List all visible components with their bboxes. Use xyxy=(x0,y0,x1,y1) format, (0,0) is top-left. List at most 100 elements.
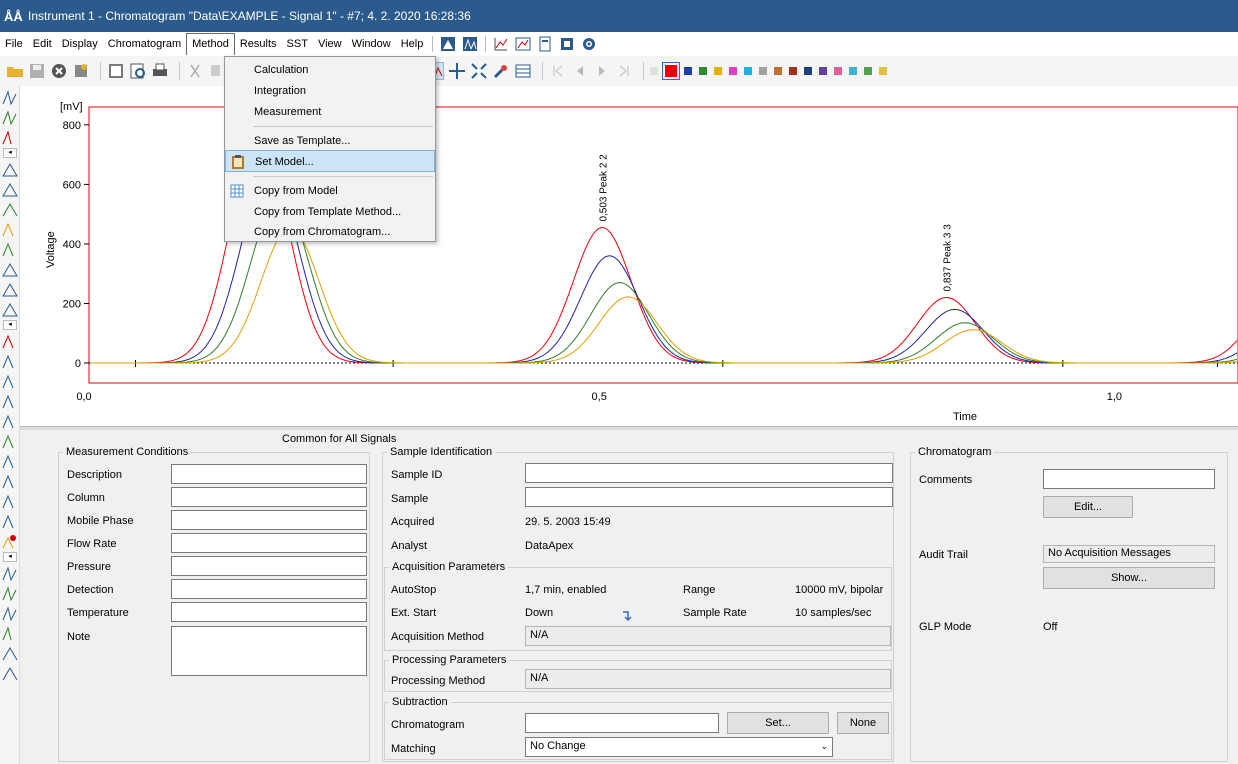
menu-item-copy-from-model[interactable]: Copy from Model xyxy=(225,180,435,202)
menu-item-set-model[interactable]: Set Model... xyxy=(225,150,435,172)
peak-tool-icon[interactable] xyxy=(2,512,18,530)
description-input[interactable] xyxy=(171,464,367,484)
close-icon[interactable] xyxy=(50,62,68,80)
peak-tool-icon[interactable] xyxy=(2,160,18,178)
peak-tool-icon[interactable] xyxy=(2,392,18,410)
peak-tool-icon[interactable] xyxy=(2,452,18,470)
subtraction-none-button[interactable]: None xyxy=(837,712,889,734)
color-swatch[interactable] xyxy=(729,67,737,75)
color-swatch[interactable] xyxy=(759,67,767,75)
peak-tool-icon[interactable] xyxy=(2,180,18,198)
expand-icon[interactable] xyxy=(470,62,488,80)
tools-icon[interactable] xyxy=(492,62,510,80)
mobile-phase-input[interactable] xyxy=(171,510,367,530)
menu-item-copy-from-chromatogram[interactable]: Copy from Chromatogram... xyxy=(225,221,435,243)
peak-tool-icon[interactable] xyxy=(2,352,18,370)
scroll-arrow-icon[interactable]: ◂ xyxy=(3,148,17,158)
note-textarea[interactable] xyxy=(171,626,367,676)
peak-tool-icon[interactable] xyxy=(2,432,18,450)
color-swatch[interactable] xyxy=(804,67,812,75)
peak-tool-icon[interactable] xyxy=(2,300,18,318)
menu-window[interactable]: Window xyxy=(347,34,396,54)
single-mode-icon[interactable] xyxy=(462,36,478,52)
color-swatch[interactable] xyxy=(834,67,842,75)
peak-tool-icon[interactable] xyxy=(2,584,18,602)
color-swatch[interactable] xyxy=(714,67,722,75)
peak-tool-icon[interactable] xyxy=(2,412,18,430)
calibration-icon[interactable] xyxy=(559,36,575,52)
sample-input[interactable] xyxy=(525,487,893,507)
menu-results[interactable]: Results xyxy=(235,34,282,54)
menu-display[interactable]: Display xyxy=(57,34,103,54)
color-swatch[interactable] xyxy=(699,67,707,75)
save-icon[interactable] xyxy=(28,62,46,80)
report-icon[interactable] xyxy=(537,36,553,52)
peak-tool-icon[interactable] xyxy=(2,372,18,390)
color-swatch[interactable] xyxy=(849,67,857,75)
printer-icon[interactable] xyxy=(151,62,169,80)
peak-tool-icon[interactable] xyxy=(2,492,18,510)
menu-item-save-as-template[interactable]: Save as Template... xyxy=(225,130,435,152)
peak-tool-icon[interactable] xyxy=(2,604,18,622)
peak-tool-icon[interactable] xyxy=(2,644,18,662)
menu-sst[interactable]: SST xyxy=(282,34,313,54)
first-icon[interactable] xyxy=(549,62,567,80)
show-audit-button[interactable]: Show... xyxy=(1043,567,1215,589)
menu-item-integration[interactable]: Integration xyxy=(225,80,435,102)
preview-icon[interactable] xyxy=(129,62,147,80)
peak-tool-icon[interactable] xyxy=(2,220,18,238)
peak-tool-icon[interactable] xyxy=(2,472,18,490)
color-swatch[interactable] xyxy=(744,67,752,75)
detection-input[interactable] xyxy=(171,579,367,599)
overlay-mode-icon[interactable] xyxy=(440,36,456,52)
color-swatch[interactable] xyxy=(774,67,782,75)
peak-tool-icon[interactable] xyxy=(2,200,18,218)
color-swatch[interactable] xyxy=(789,67,797,75)
prev-icon[interactable] xyxy=(571,62,589,80)
peak-tool-icon[interactable] xyxy=(2,332,18,350)
peak-tool-icon[interactable] xyxy=(2,260,18,278)
menu-chromatogram[interactable]: Chromatogram xyxy=(103,34,186,54)
target-icon[interactable] xyxy=(581,36,597,52)
peak-tool-icon[interactable] xyxy=(2,240,18,258)
color-swatch[interactable] xyxy=(662,62,680,80)
comments-input[interactable] xyxy=(1043,469,1215,489)
flow-rate-input[interactable] xyxy=(171,533,367,553)
menu-item-calculation[interactable]: Calculation xyxy=(225,59,435,81)
menu-edit[interactable]: Edit xyxy=(28,34,57,54)
color-swatch[interactable] xyxy=(864,67,872,75)
subtraction-set-button[interactable]: Set... xyxy=(727,712,829,734)
color-swatch[interactable] xyxy=(819,67,827,75)
color-swatch[interactable] xyxy=(879,67,887,75)
menu-file[interactable]: File xyxy=(0,34,28,54)
peak-tool-icon[interactable] xyxy=(2,624,18,642)
peak-tool-icon[interactable] xyxy=(2,128,18,146)
sample-id-input[interactable] xyxy=(525,463,893,483)
chart-window-icon[interactable] xyxy=(515,36,531,52)
scroll-arrow-icon[interactable]: ◂ xyxy=(3,320,17,330)
menu-method[interactable]: Method xyxy=(186,33,235,55)
temperature-input[interactable] xyxy=(171,602,367,622)
scroll-arrow-icon[interactable]: ◂ xyxy=(3,552,17,562)
menu-view[interactable]: View xyxy=(313,34,347,54)
menu-item-measurement[interactable]: Measurement xyxy=(225,101,435,123)
peak-tool-icon[interactable] xyxy=(2,280,18,298)
move-icon[interactable] xyxy=(448,62,466,80)
subtraction-chromatogram-input[interactable] xyxy=(525,713,719,733)
pressure-input[interactable] xyxy=(171,556,367,576)
peak-tool-icon[interactable] xyxy=(2,88,18,106)
open-folder-icon[interactable] xyxy=(6,62,24,80)
edit-comments-button[interactable]: Edit... xyxy=(1043,496,1133,518)
next-icon[interactable] xyxy=(593,62,611,80)
color-swatch[interactable] xyxy=(650,67,658,75)
column-input[interactable] xyxy=(171,487,367,507)
instrument-icon[interactable] xyxy=(72,62,90,80)
peak-tool-icon[interactable] xyxy=(2,664,18,682)
color-swatch[interactable] xyxy=(684,67,692,75)
menu-help[interactable]: Help xyxy=(396,34,429,54)
line-chart-icon[interactable] xyxy=(493,36,509,52)
last-icon[interactable] xyxy=(615,62,633,80)
peak-tool-icon[interactable] xyxy=(2,564,18,582)
cut-icon[interactable] xyxy=(186,62,204,80)
menu-item-copy-from-template[interactable]: Copy from Template Method... xyxy=(225,201,435,223)
